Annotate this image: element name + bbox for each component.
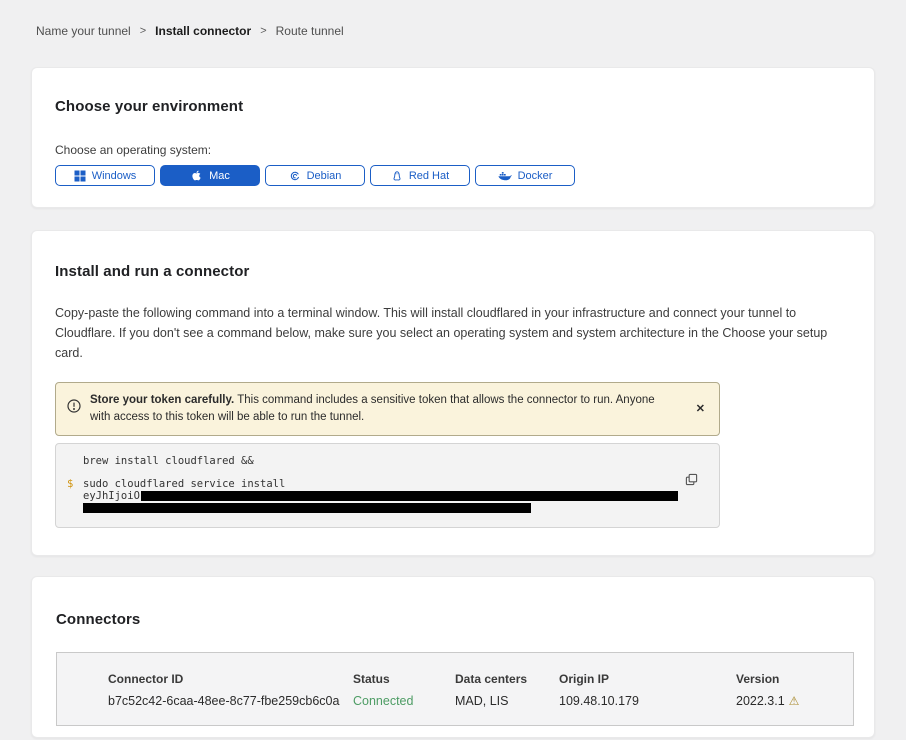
os-button-label: Red Hat [409, 170, 449, 182]
command-line-1: brew install cloudflared && [56, 455, 719, 467]
version-cell: 2022.3.1 ⚠ [736, 694, 853, 708]
redhat-icon [391, 169, 403, 182]
tunnel-setup-page: Name your tunnel > Install connector > R… [0, 0, 906, 740]
token-line: eyJhIjoiO [83, 490, 719, 513]
breadcrumb: Name your tunnel > Install connector > R… [36, 24, 875, 38]
install-connector-card: Install and run a connector Copy-paste t… [31, 230, 875, 556]
connector-id-cell: b7c52c42-6caa-48ee-8c77-fbe259cb6c0a [108, 694, 353, 708]
breadcrumb-separator: > [260, 25, 266, 37]
copy-icon[interactable] [685, 473, 698, 489]
os-button-debian[interactable]: Debian [265, 165, 365, 186]
col-header-data-centers: Data centers [455, 672, 559, 686]
docker-icon [498, 170, 512, 182]
os-select-label: Choose an operating system: [55, 143, 851, 157]
status-cell: Connected [353, 694, 455, 708]
breadcrumb-route-tunnel[interactable]: Route tunnel [276, 24, 344, 38]
windows-icon [74, 170, 86, 182]
redacted-token-bar [141, 491, 678, 501]
command-text: sudo cloudflared service install [83, 478, 719, 490]
token-warning-banner: Store your token carefully. This command… [55, 382, 720, 436]
version-value: 2022.3.1 [736, 694, 785, 708]
col-header-status: Status [353, 672, 455, 686]
token-prefix: eyJhIjoiO [83, 490, 140, 502]
table-row: b7c52c42-6caa-48ee-8c77-fbe259cb6c0a Con… [108, 694, 853, 708]
choose-environment-card: Choose your environment Choose an operat… [31, 67, 875, 208]
install-card-title: Install and run a connector [55, 263, 851, 280]
os-button-label: Docker [518, 170, 553, 182]
warning-triangle-icon: ⚠ [789, 695, 800, 707]
origin-ip-cell: 109.48.10.179 [559, 694, 736, 708]
os-button-label: Debian [307, 170, 342, 182]
info-circle-icon [67, 399, 81, 419]
install-description: Copy-paste the following command into a … [55, 303, 851, 363]
redacted-token-bar [83, 503, 531, 513]
breadcrumb-name-your-tunnel[interactable]: Name your tunnel [36, 24, 131, 38]
breadcrumb-install-connector[interactable]: Install connector [155, 24, 251, 38]
os-button-mac[interactable]: Mac [160, 165, 260, 186]
col-header-origin-ip: Origin IP [559, 672, 736, 686]
debian-icon [289, 170, 301, 182]
close-icon[interactable]: ✕ [694, 402, 707, 417]
table-header-row: Connector ID Status Data centers Origin … [108, 672, 853, 686]
connectors-table: Connector ID Status Data centers Origin … [56, 652, 854, 726]
os-button-label: Mac [209, 170, 230, 182]
connectors-card-title: Connectors [56, 611, 852, 628]
os-button-label: Windows [92, 170, 137, 182]
os-button-redhat[interactable]: Red Hat [370, 165, 470, 186]
warning-title: Store your token carefully. [90, 394, 234, 406]
warning-text: Store your token carefully. This command… [90, 392, 685, 426]
apple-icon [190, 169, 203, 182]
command-line-2: $ sudo cloudflared service install eyJhI… [56, 478, 719, 513]
terminal-prompt: $ [56, 478, 83, 513]
col-header-version: Version [736, 672, 853, 686]
data-centers-cell: MAD, LIS [455, 694, 559, 708]
col-header-connector-id: Connector ID [108, 672, 353, 686]
os-button-group: Windows Mac Debian Red Hat [55, 165, 851, 186]
os-button-docker[interactable]: Docker [475, 165, 575, 186]
os-button-windows[interactable]: Windows [55, 165, 155, 186]
environment-card-title: Choose your environment [55, 98, 851, 115]
terminal-command-block: brew install cloudflared && $ sudo cloud… [55, 443, 720, 528]
connectors-card: Connectors Connector ID Status Data cent… [31, 576, 875, 738]
breadcrumb-separator: > [140, 25, 146, 37]
